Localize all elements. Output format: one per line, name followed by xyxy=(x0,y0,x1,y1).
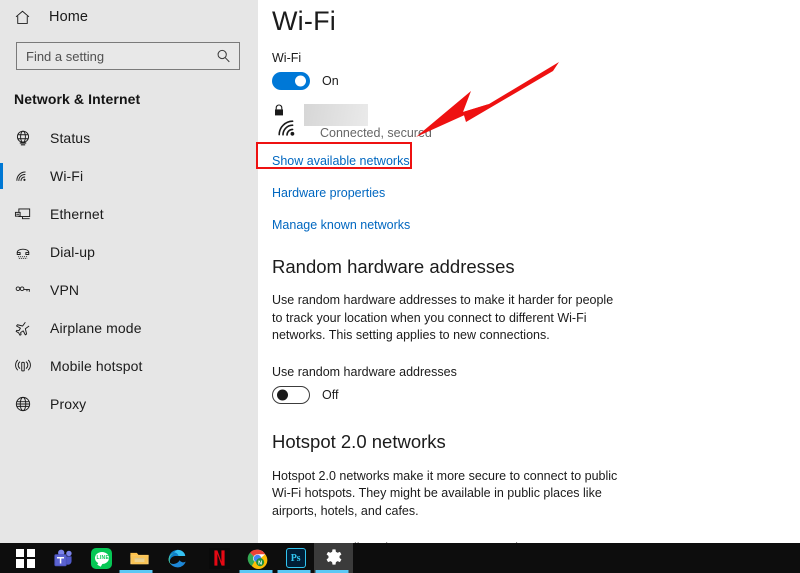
random-hardware-heading: Random hardware addresses xyxy=(272,256,515,277)
page-title: Wi-Fi xyxy=(272,6,336,36)
photoshop-icon: Ps xyxy=(285,548,306,568)
random-hardware-toggle-label: Use random hardware addresses xyxy=(272,364,457,379)
netflix-button[interactable] xyxy=(200,543,239,573)
sidebar-item-label: Proxy xyxy=(50,396,87,412)
chrome-button[interactable]: N xyxy=(238,543,277,573)
line-icon: LINE xyxy=(91,547,112,569)
sidebar-item-status[interactable]: Status xyxy=(0,119,258,157)
sidebar-item-home[interactable]: Home xyxy=(0,0,258,34)
search-box[interactable] xyxy=(16,42,240,70)
sidebar-item-airplane-mode[interactable]: Airplane mode xyxy=(0,309,258,347)
settings-button[interactable] xyxy=(314,543,353,573)
ethernet-icon xyxy=(14,208,31,220)
sidebar-item-mobile-hotspot[interactable]: Mobile hotspot xyxy=(0,347,258,385)
teams-icon xyxy=(54,549,72,566)
search-icon xyxy=(217,49,230,63)
sidebar-item-proxy[interactable]: Proxy xyxy=(0,385,258,423)
random-hardware-toggle-state: Off xyxy=(322,387,339,402)
netflix-n-glyph xyxy=(214,550,225,566)
toggle-knob xyxy=(277,389,288,400)
line-letters: LINE xyxy=(96,555,110,561)
airplane-icon xyxy=(15,321,30,336)
line-bubble-shape: LINE xyxy=(94,552,110,564)
file-explorer-button[interactable] xyxy=(120,543,159,573)
sidebar-item-vpn[interactable]: VPN xyxy=(0,271,258,309)
wifi-toggle-switch[interactable] xyxy=(272,72,310,90)
sidebar-item-label: Mobile hotspot xyxy=(50,358,143,374)
hotspot-heading: Hotspot 2.0 networks xyxy=(272,430,446,452)
hardware-properties-link[interactable]: Hardware properties xyxy=(272,186,385,200)
sidebar-item-label: Ethernet xyxy=(50,206,104,222)
sidebar-item-dialup[interactable]: Dial-up xyxy=(0,233,258,271)
sidebar-item-label: Dial-up xyxy=(50,244,96,260)
network-status: Connected, secured xyxy=(320,126,432,140)
edge-icon xyxy=(168,549,186,567)
mobile-hotspot-icon xyxy=(15,359,31,372)
photoshop-button[interactable]: Ps xyxy=(276,543,315,573)
sidebar-home-label: Home xyxy=(49,9,89,25)
netflix-icon xyxy=(209,547,230,569)
sidebar-item-label: Wi-Fi xyxy=(50,168,84,184)
teams-button[interactable] xyxy=(44,543,83,573)
connected-network[interactable]: Connected, secured xyxy=(272,104,800,146)
globe-status-icon xyxy=(16,130,30,146)
edge-button[interactable] xyxy=(158,543,197,573)
settings-content: Wi-Fi Wi-Fi On Connected, secured Show a… xyxy=(258,0,800,543)
search-input[interactable] xyxy=(17,43,207,69)
start-button[interactable] xyxy=(6,543,45,573)
show-available-networks-link[interactable]: Show available networks xyxy=(272,154,410,168)
toggle-knob xyxy=(295,75,306,87)
random-hardware-toggle-row[interactable]: Off xyxy=(272,385,800,404)
vpn-key-icon xyxy=(15,286,30,292)
sidebar-item-label: Airplane mode xyxy=(50,320,142,336)
sidebar-item-label: VPN xyxy=(50,282,80,298)
sidebar-item-wifi[interactable]: Wi-Fi xyxy=(0,157,258,195)
settings-sidebar: Home Network & Internet Status xyxy=(0,0,258,543)
folder-icon xyxy=(130,552,149,564)
svg-text:N: N xyxy=(258,560,262,566)
random-hardware-description: Use random hardware addresses to make it… xyxy=(272,293,614,342)
sidebar-item-label: Status xyxy=(50,130,91,146)
ssid-redacted-name xyxy=(304,104,368,126)
windows-taskbar: LINE N Ps xyxy=(0,543,800,573)
windows-logo-icon xyxy=(16,548,35,568)
wifi-toggle-state: On xyxy=(322,74,339,88)
wifi-icon xyxy=(16,171,26,182)
line-button[interactable]: LINE xyxy=(82,543,121,573)
chrome-icon: N xyxy=(247,549,268,569)
globe-proxy-icon xyxy=(15,396,31,412)
random-hardware-toggle-switch[interactable] xyxy=(272,385,310,404)
sidebar-section-title: Network & Internet xyxy=(14,91,141,107)
wifi-toggle-label: Wi-Fi xyxy=(272,51,302,65)
settings-window: Home Network & Internet Status xyxy=(0,0,800,573)
sidebar-item-ethernet[interactable]: Ethernet xyxy=(0,195,258,233)
wifi-toggle-row[interactable]: On xyxy=(272,72,800,90)
manage-known-networks-link[interactable]: Manage known networks xyxy=(272,218,410,232)
wifi-signal-icon xyxy=(278,120,295,136)
home-icon xyxy=(15,10,30,24)
gear-icon xyxy=(326,549,341,565)
sidebar-nav: Status Wi-Fi Ethernet Dial-up VPN Airpla… xyxy=(0,119,258,423)
dialup-phone-icon xyxy=(16,248,30,259)
hotspot-description: Hotspot 2.0 networks make it more secure… xyxy=(272,468,618,518)
